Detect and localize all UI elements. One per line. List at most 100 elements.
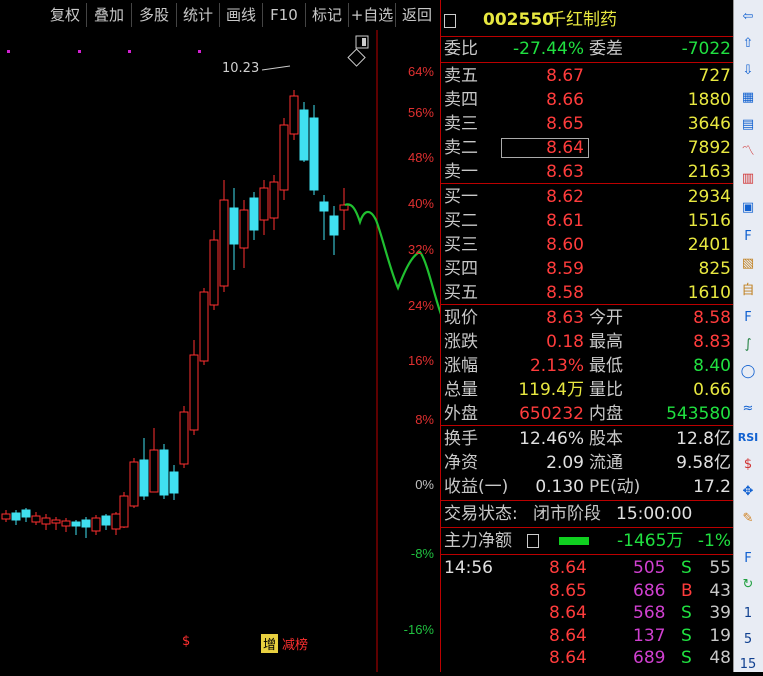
candle-body: [111, 513, 121, 530]
candle-body: [11, 512, 21, 521]
bid-volume: 1516: [687, 211, 731, 231]
tick-count: 19: [709, 625, 731, 646]
fund-label: 净资: [444, 453, 478, 473]
stat-row: 涨跌 0.18 最高 8.83: [441, 330, 734, 354]
info-icon[interactable]: [444, 14, 456, 28]
fund-label: 收益(一): [444, 477, 509, 497]
move-icon[interactable]: ✥: [737, 481, 759, 503]
decrease-list-marker[interactable]: 减榜: [282, 634, 308, 653]
period-1[interactable]: 1: [737, 603, 759, 625]
refresh-icon[interactable]: ↻: [737, 574, 759, 596]
f12-icon[interactable]: F: [737, 307, 759, 329]
bid-label: 买四: [444, 259, 478, 279]
candle-body: [129, 461, 139, 507]
stat-label: 总量: [444, 380, 478, 400]
candle-body: [239, 209, 249, 249]
bid-price: 8.62: [546, 187, 584, 207]
pct-neg8: -8%: [410, 546, 434, 561]
ask-volume: 3646: [687, 114, 731, 134]
add-watchlist-button[interactable]: +自选: [349, 3, 396, 27]
stat-label-2: 量比: [589, 380, 623, 400]
notes-icon[interactable]: ▧: [737, 253, 759, 275]
stat-value-2: 8.40: [693, 356, 731, 376]
ask-volume: 1880: [687, 90, 731, 110]
tick-count: 43: [709, 580, 731, 601]
bid-volume: 825: [698, 259, 731, 279]
candle-body: [91, 517, 101, 532]
pencil-icon[interactable]: ✎: [737, 508, 759, 530]
dollar-icon[interactable]: $: [737, 454, 759, 476]
wave-icon[interactable]: ≈: [737, 398, 759, 420]
main-net-row: 主力净额 -1465万 -1%: [441, 529, 734, 553]
pct-16: 16%: [407, 353, 434, 368]
candle-body: [149, 449, 159, 493]
ask-row: 卖一 8.63 2163: [441, 160, 734, 184]
f5-icon[interactable]: F: [737, 548, 759, 570]
candle-body: [209, 239, 219, 306]
arrow-left-icon[interactable]: ⇦: [737, 6, 759, 28]
f10-icon[interactable]: F: [737, 226, 759, 248]
circle-icon[interactable]: ◯: [737, 361, 759, 383]
increase-marker[interactable]: 增: [261, 634, 279, 653]
bid-label: 买三: [444, 235, 478, 255]
tick-side: S: [681, 558, 692, 578]
tick-price: 8.64: [549, 625, 587, 646]
self-icon[interactable]: 自: [737, 280, 759, 302]
bid-row: 买三 8.60 2401: [441, 233, 734, 257]
candle-body: [41, 517, 51, 525]
multi-stock-button[interactable]: 多股: [132, 3, 177, 27]
tick-side: S: [681, 603, 692, 623]
high-price-label: 10.23: [222, 61, 260, 76]
bid-price: 8.61: [546, 211, 584, 231]
mark-button[interactable]: 标记: [306, 3, 349, 27]
candle-body: [219, 199, 229, 287]
ask2-highlight-box: [501, 138, 589, 158]
main-net-value: -1465万: [617, 531, 684, 551]
candle-body: [269, 181, 279, 219]
tick-count: 48: [709, 648, 731, 668]
f10-button[interactable]: F10: [263, 3, 306, 27]
candle-chart-icon[interactable]: ▥: [737, 168, 759, 190]
period-15[interactable]: 15: [737, 654, 759, 676]
tick-count: 39: [709, 603, 731, 623]
stock-header: 002550 千红制药: [441, 6, 734, 34]
line-chart-icon[interactable]: 〽: [737, 141, 759, 163]
bid-label: 买二: [444, 211, 478, 231]
bid-volume: 1610: [687, 283, 731, 303]
bid-label: 买五: [444, 283, 478, 303]
overlay-button[interactable]: 叠加: [87, 3, 132, 27]
candle-body: [319, 201, 329, 212]
ask-row: 卖四 8.66 1880: [441, 88, 734, 112]
weicha-label: 委差: [589, 39, 623, 59]
pct-32: 32%: [407, 242, 434, 257]
stat-label: 现价: [444, 308, 478, 328]
dollar-marker[interactable]: $: [182, 634, 190, 649]
stats-button[interactable]: 统计: [177, 3, 220, 27]
fund-value-2: 9.58亿: [676, 453, 731, 473]
candle-body: [199, 291, 209, 362]
stat-value-2: 8.58: [693, 308, 731, 328]
grid-icon[interactable]: ▤: [737, 114, 759, 136]
fuquan-button[interactable]: 复权: [44, 3, 87, 27]
candle-body: [119, 495, 129, 528]
tick-row: 8.64 137 S 19: [441, 624, 734, 648]
chart-settings-icon[interactable]: ▦: [737, 87, 759, 109]
rsi-icon[interactable]: RSI: [737, 427, 759, 449]
list-icon[interactable]: ▣: [737, 197, 759, 219]
kline-chart[interactable]: 10.23 64% 56% 48% 40% 32% 24% 16% 8% 0% …: [0, 30, 440, 672]
bid-volume: 2401: [687, 235, 731, 255]
candle-body: [139, 459, 149, 497]
draw-line-button[interactable]: 画线: [220, 3, 263, 27]
quote-panel: 002550 千红制药 委比 -27.44% 委差 -7022 卖五 8.67 72…: [440, 0, 734, 672]
pct-8: 8%: [415, 412, 434, 427]
trade-status-label: 交易状态:: [444, 504, 518, 524]
period-5[interactable]: 5: [737, 629, 759, 651]
back-button[interactable]: 返回: [396, 3, 438, 27]
main-net-detail-icon[interactable]: [527, 534, 539, 548]
fund-value: 0.130: [535, 477, 584, 497]
tick-volume: 689: [633, 648, 666, 668]
tick-volume: 137: [633, 625, 666, 646]
arrow-up-icon[interactable]: ⇧: [737, 33, 759, 55]
formula-icon[interactable]: ∫: [737, 334, 759, 356]
arrow-down-icon[interactable]: ⇩: [737, 60, 759, 82]
